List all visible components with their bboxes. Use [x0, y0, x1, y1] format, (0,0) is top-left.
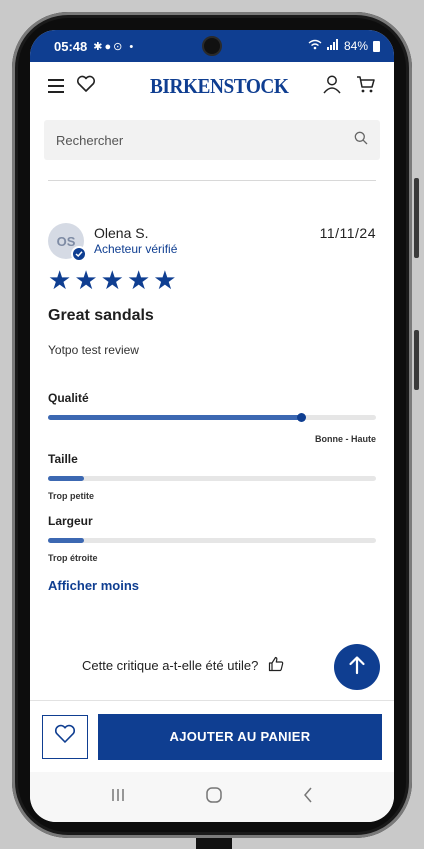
review-body: Yotpo test review	[48, 343, 139, 357]
wifi-icon	[308, 39, 322, 53]
star-icon: ★	[74, 265, 98, 295]
verified-buyer-label: Acheteur vérifié	[94, 242, 178, 256]
section-divider	[48, 180, 376, 181]
power-button	[414, 330, 419, 390]
show-less-link[interactable]: Afficher moins	[48, 578, 376, 593]
review-date: 11/11/24	[319, 225, 376, 241]
account-icon[interactable]	[322, 74, 342, 99]
search-input[interactable]	[56, 132, 354, 148]
review-header: OS Olena S. Acheteur vérifié 11/11/24	[48, 223, 376, 262]
back-icon[interactable]	[302, 786, 314, 809]
menu-icon[interactable]	[48, 79, 64, 93]
star-icon: ★	[100, 265, 124, 295]
star-icon: ★	[126, 265, 151, 295]
reviewer-name: Olena S.	[94, 225, 149, 241]
attribute-marker	[296, 413, 306, 422]
notification-icons: ✱●⊙ •	[93, 40, 136, 53]
attribute-fill	[48, 476, 85, 481]
attribute-track	[48, 538, 376, 543]
review-title: Great sandals	[48, 307, 154, 324]
search-bar	[44, 120, 380, 160]
charging-cable	[196, 838, 232, 849]
add-to-cart-button[interactable]: AJOUTER AU PANIER	[98, 713, 382, 760]
search-icon[interactable]	[354, 131, 368, 150]
attribute-fill	[48, 415, 301, 420]
avatar-initials: OS	[56, 233, 76, 249]
purchase-bar: AJOUTER AU PANIER	[30, 700, 394, 772]
attribute-label: Qualité	[48, 391, 89, 405]
android-nav-bar	[30, 772, 394, 822]
attribute-value: Trop petite	[48, 491, 95, 501]
star-icon: ★	[153, 265, 177, 295]
star-rating: ★ ★ ★ ★ ★	[48, 267, 376, 293]
arrow-up-icon	[348, 655, 366, 680]
status-time: 05:48	[54, 38, 88, 54]
attribute-value: Bonne - Haute	[314, 434, 376, 444]
avatar: OS	[48, 223, 87, 262]
status-right: 84%	[308, 39, 380, 53]
phone-screen: 05:48 ✱●⊙ • 84% BIRKENSTOCK Rechercher O…	[30, 30, 394, 822]
volume-button	[414, 178, 419, 258]
review-card: OS Olena S. Acheteur vérifié 11/11/24 ★ …	[30, 223, 394, 593]
battery-percent: 84%	[343, 39, 368, 53]
heart-icon	[54, 724, 76, 749]
cart-icon[interactable]	[356, 74, 376, 99]
site-header: BIRKENSTOCK	[30, 62, 394, 110]
attribute-width: Largeur Trop étroite	[48, 514, 376, 563]
battery-icon	[373, 40, 380, 52]
attribute-size: Taille Trop petite	[48, 452, 376, 501]
verified-check-icon	[71, 246, 87, 262]
attribute-label: Taille	[48, 452, 78, 466]
status-bar: 05:48 ✱●⊙ • 84%	[30, 30, 394, 62]
helpful-question: Cette critique a-t-elle été utile?	[82, 658, 259, 673]
star-icon: ★	[48, 265, 72, 295]
recent-apps-icon[interactable]	[110, 787, 126, 808]
attribute-label: Largeur	[48, 514, 93, 528]
scroll-to-top-button[interactable]	[334, 644, 380, 690]
wishlist-heart-icon[interactable]	[76, 75, 96, 98]
helpful-row: Cette critique a-t-elle été utile?	[82, 656, 284, 675]
add-to-wishlist-button[interactable]	[42, 714, 88, 759]
attribute-fill	[48, 538, 85, 543]
home-icon[interactable]	[205, 786, 223, 809]
attribute-track	[48, 476, 376, 481]
brand-logo[interactable]: BIRKENSTOCK	[150, 74, 289, 99]
front-camera	[202, 36, 222, 56]
attribute-quality: Qualité Bonne - Haute	[48, 391, 376, 444]
attribute-track	[48, 413, 376, 422]
signal-icon	[326, 39, 339, 53]
thumbs-up-icon[interactable]	[268, 656, 284, 675]
attribute-value: Trop étroite	[48, 553, 98, 563]
